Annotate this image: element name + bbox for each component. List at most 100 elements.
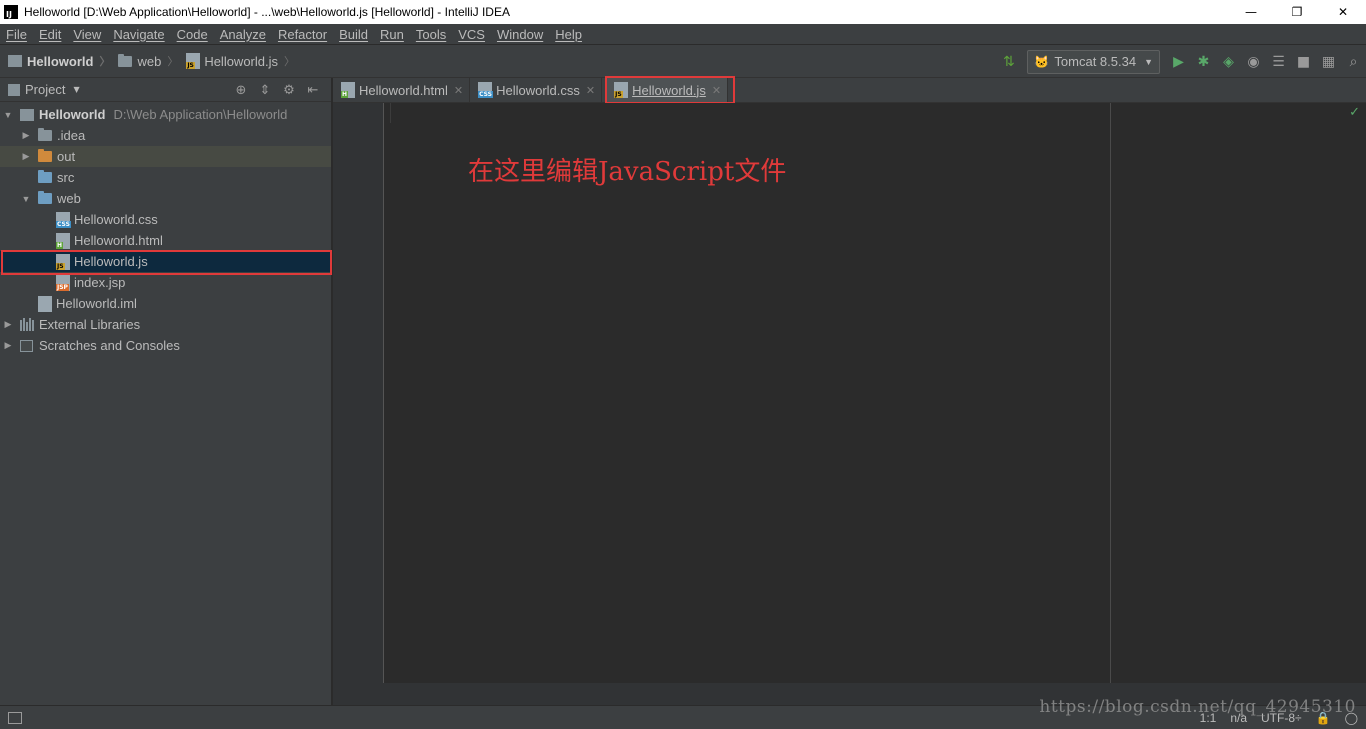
title-bar: IJ Helloworld [D:\Web Application\Hellow… bbox=[0, 0, 1366, 24]
debug-icon[interactable]: ✱ bbox=[1191, 45, 1216, 78]
collapse-all-icon[interactable]: ⇕ bbox=[253, 83, 277, 98]
web-folder-icon bbox=[38, 191, 52, 204]
library-icon bbox=[20, 318, 34, 331]
tree-item-label: Helloworld.iml bbox=[56, 296, 137, 311]
breadcrumb-project-label: Helloworld bbox=[27, 53, 94, 69]
collapsed-arrow-icon[interactable]: ▶ bbox=[2, 340, 14, 351]
tab-helloworld-css[interactable]: CSS Helloworld.css ✕ bbox=[470, 78, 603, 102]
tree-item-web[interactable]: ▼ web bbox=[0, 188, 331, 209]
css-file-icon: CSS bbox=[56, 211, 71, 228]
js-file-icon: JS bbox=[614, 82, 629, 98]
breadcrumb-folder[interactable]: web 〉 bbox=[118, 53, 178, 69]
breadcrumb-file[interactable]: JS Helloworld.js 〉 bbox=[186, 53, 295, 69]
collapsed-arrow-icon[interactable]: ▶ bbox=[20, 130, 32, 141]
tree-item-index-jsp[interactable]: JSP index.jsp bbox=[0, 272, 331, 293]
close-icon[interactable]: ✕ bbox=[712, 84, 721, 97]
chevron-right-icon: 〉 bbox=[167, 56, 179, 68]
tree-item-label: src bbox=[57, 170, 75, 185]
folder-icon bbox=[118, 53, 133, 67]
menu-file[interactable]: File bbox=[0, 27, 33, 42]
tree-item-helloworld-js[interactable]: JS Helloworld.js bbox=[0, 251, 331, 272]
run-toolbar: ⇅ 🐱 Tomcat 8.5.34 ▼ ▶ ✱ ◈ ◉ ☰ ■ ▦ ⌕ bbox=[996, 45, 1366, 78]
tree-item-helloworld-html[interactable]: H Helloworld.html bbox=[0, 230, 331, 251]
editor-tabs: H Helloworld.html ✕ CSS Helloworld.css ✕… bbox=[333, 78, 1366, 103]
menu-navigate[interactable]: Navigate bbox=[107, 27, 170, 42]
tree-item-scratches[interactable]: ▶ Scratches and Consoles bbox=[0, 335, 331, 356]
html-file-icon: H bbox=[56, 232, 70, 249]
tree-item-label: index.jsp bbox=[74, 275, 126, 290]
menu-build[interactable]: Build bbox=[333, 27, 374, 42]
menu-vcs[interactable]: VCS bbox=[452, 27, 491, 42]
run-configuration-label: Tomcat 8.5.34 bbox=[1054, 54, 1137, 69]
breadcrumb-project[interactable]: Helloworld 〉 bbox=[8, 53, 110, 69]
right-margin-guide bbox=[1110, 103, 1111, 683]
run-configuration-select[interactable]: 🐱 Tomcat 8.5.34 ▼ bbox=[1027, 49, 1160, 74]
close-icon[interactable]: ✕ bbox=[454, 84, 463, 97]
profile-icon[interactable]: ◉ bbox=[1241, 45, 1266, 78]
iml-file-icon bbox=[38, 295, 52, 312]
restore-button[interactable]: ❐ bbox=[1274, 0, 1320, 24]
close-button[interactable]: ✕ bbox=[1320, 0, 1366, 24]
menu-window[interactable]: Window bbox=[491, 27, 549, 42]
tree-item-helloworld[interactable]: ▼ Helloworld D:\Web Application\Hellowor… bbox=[0, 104, 331, 125]
attach-debugger-icon[interactable]: ☰ bbox=[1266, 45, 1291, 78]
tab-label: Helloworld.html bbox=[359, 82, 448, 98]
watermark-text: https://blog.csdn.net/qq_42945310 bbox=[1039, 697, 1356, 717]
expanded-arrow-icon[interactable]: ▼ bbox=[20, 194, 32, 204]
js-file-icon: JS bbox=[56, 253, 70, 270]
tree-item-helloworld-css[interactable]: CSS Helloworld.css bbox=[0, 209, 331, 230]
search-icon[interactable]: ⌕ bbox=[1341, 45, 1366, 78]
excluded-folder-icon bbox=[38, 149, 52, 162]
menu-view[interactable]: View bbox=[67, 27, 107, 42]
menu-refactor[interactable]: Refactor bbox=[272, 27, 333, 42]
editor-caret-line bbox=[385, 103, 391, 123]
gear-icon[interactable]: ⚙ bbox=[277, 83, 301, 98]
tomcat-icon: 🐱 bbox=[1034, 54, 1050, 69]
menu-help[interactable]: Help bbox=[549, 27, 588, 42]
menu-run[interactable]: Run bbox=[374, 27, 410, 42]
chevron-down-icon[interactable]: ▼ bbox=[73, 85, 79, 94]
collapsed-arrow-icon[interactable]: ▶ bbox=[2, 319, 14, 330]
run-icon[interactable]: ▶ bbox=[1166, 45, 1191, 78]
tree-item-helloworld-iml[interactable]: Helloworld.iml bbox=[0, 293, 331, 314]
tab-label: Helloworld.js bbox=[632, 82, 706, 98]
menu-code[interactable]: Code bbox=[171, 27, 214, 42]
stop-icon[interactable]: ■ bbox=[1291, 45, 1316, 78]
project-panel-header: Project ▼ ⊕ ⇕ ⚙ ⇤ bbox=[0, 78, 331, 102]
tab-helloworld-js[interactable]: JS Helloworld.js ✕ bbox=[606, 78, 729, 102]
expanded-arrow-icon[interactable]: ▼ bbox=[2, 110, 14, 120]
project-module-icon bbox=[20, 108, 34, 121]
tree-item-out[interactable]: ▶ out bbox=[0, 146, 331, 167]
project-structure-icon[interactable]: ▦ bbox=[1316, 45, 1341, 78]
tree-item-label: Scratches and Consoles bbox=[39, 338, 180, 353]
chevron-right-icon: 〉 bbox=[99, 56, 111, 68]
menu-tools[interactable]: Tools bbox=[410, 27, 452, 42]
folder-icon bbox=[38, 128, 52, 141]
inspection-ok-icon[interactable]: ✓ bbox=[1349, 105, 1360, 120]
editor-gutter bbox=[333, 103, 384, 683]
tool-windows-icon[interactable] bbox=[8, 711, 22, 724]
breadcrumb-file-label: Helloworld.js bbox=[204, 53, 279, 69]
coverage-icon[interactable]: ◈ bbox=[1216, 45, 1241, 78]
collapsed-arrow-icon[interactable]: ▶ bbox=[20, 151, 32, 162]
project-view-icon bbox=[8, 83, 20, 96]
tab-helloworld-html[interactable]: H Helloworld.html ✕ bbox=[333, 78, 471, 102]
tree-item-label: .idea bbox=[57, 128, 86, 143]
menu-edit[interactable]: Edit bbox=[33, 27, 67, 42]
project-panel-title[interactable]: Project bbox=[25, 82, 65, 97]
hide-panel-icon[interactable]: ⇤ bbox=[301, 83, 325, 98]
source-folder-icon bbox=[38, 170, 52, 183]
close-icon[interactable]: ✕ bbox=[586, 84, 595, 97]
tree-item-external-libraries[interactable]: ▶ External Libraries bbox=[0, 314, 331, 335]
build-project-icon[interactable]: ⇅ bbox=[996, 45, 1021, 78]
project-tree: ▼ Helloworld D:\Web Application\Hellowor… bbox=[0, 102, 331, 356]
tree-item-idea[interactable]: ▶ .idea bbox=[0, 125, 331, 146]
css-file-icon: CSS bbox=[478, 82, 493, 98]
window-controls: — ❐ ✕ bbox=[1228, 0, 1366, 24]
html-file-icon: H bbox=[341, 82, 355, 98]
locate-file-icon[interactable]: ⊕ bbox=[229, 83, 253, 98]
minimize-button[interactable]: — bbox=[1228, 0, 1274, 24]
tree-item-src[interactable]: ▶ src bbox=[0, 167, 331, 188]
code-editor[interactable]: 在这里编辑JavaScript文件 ✓ bbox=[333, 103, 1366, 683]
menu-analyze[interactable]: Analyze bbox=[214, 27, 272, 42]
